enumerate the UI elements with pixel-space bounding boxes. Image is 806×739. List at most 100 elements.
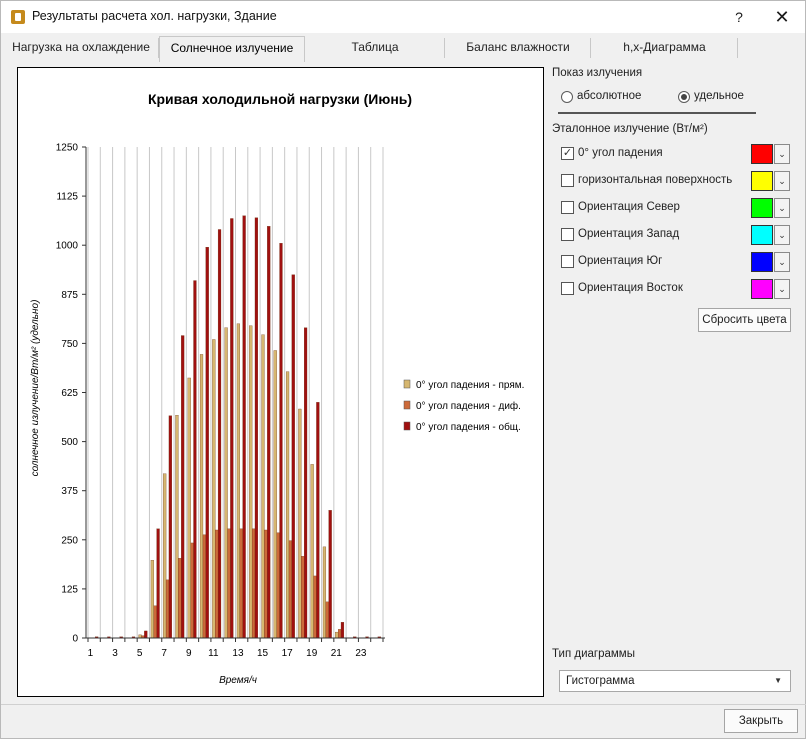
results-window: Результаты расчета хол. нагрузки, Здание… xyxy=(0,0,806,739)
bar xyxy=(261,334,265,639)
color-picker[interactable]: ⌄ xyxy=(751,225,791,245)
chevron-down-icon: ▼ xyxy=(774,676,782,685)
y-tick-label: 125 xyxy=(61,584,78,595)
close-button[interactable]: Закрыть xyxy=(724,709,798,733)
color-swatch[interactable] xyxy=(751,198,773,218)
x-tick-label: 21 xyxy=(331,648,343,659)
y-tick-label: 250 xyxy=(61,535,78,546)
reference-row: Ориентация Запад ⌄ xyxy=(561,225,791,245)
bar xyxy=(338,629,342,639)
color-picker[interactable]: ⌄ xyxy=(751,171,791,191)
tab-table[interactable]: Таблица xyxy=(305,36,445,62)
color-swatch[interactable] xyxy=(751,279,773,299)
x-tick-label: 13 xyxy=(232,648,244,659)
reference-checkbox[interactable] xyxy=(561,174,574,187)
chart-title: Кривая холодильной нагрузки (Июнь) xyxy=(148,91,412,107)
tab-solar-radiation[interactable]: Солнечное излучение xyxy=(159,36,305,62)
settings-panel: Показ излучения абсолютное удельное Этал… xyxy=(552,67,797,697)
y-tick-label: 1125 xyxy=(56,192,78,203)
bar xyxy=(156,528,160,639)
reference-checkbox[interactable] xyxy=(561,228,574,241)
bar xyxy=(288,540,293,639)
legend-swatch xyxy=(403,379,411,389)
chevron-down-icon[interactable]: ⌄ xyxy=(774,171,790,191)
bar xyxy=(227,528,231,639)
bar xyxy=(249,325,253,639)
x-tick-label: 17 xyxy=(282,648,294,659)
x-tick-label: 15 xyxy=(257,648,269,659)
reference-label: Ориентация Север xyxy=(578,201,680,213)
radio-specific-label: удельное xyxy=(694,90,744,102)
tab-hx-diagram[interactable]: h,x-Диаграмма xyxy=(591,36,738,62)
color-swatch[interactable] xyxy=(751,225,773,245)
y-tick-label: 500 xyxy=(61,437,78,448)
close-icon[interactable]: ✕ xyxy=(769,5,795,29)
chart-legend: 0° угол падения - прям. 0° угол падения -… xyxy=(403,379,524,433)
reference-label: горизонтальная поверхность xyxy=(578,174,733,186)
reference-checkbox[interactable] xyxy=(561,201,574,214)
tab-cooling-load[interactable]: Нагрузка на охлаждение xyxy=(3,36,159,62)
color-swatch[interactable] xyxy=(751,171,773,191)
cooling-load-chart: Кривая холодильной нагрузки (Июнь) 0 125 2… xyxy=(30,91,524,686)
chevron-down-icon[interactable]: ⌄ xyxy=(774,144,790,164)
diagram-type-value: Гистограмма xyxy=(566,675,635,687)
bar xyxy=(254,217,258,639)
bar xyxy=(150,560,154,639)
reference-label: 0° угол падения xyxy=(578,147,663,159)
color-picker[interactable]: ⌄ xyxy=(751,198,791,218)
bar xyxy=(217,229,222,639)
help-button[interactable]: ? xyxy=(727,5,751,29)
reference-row: Ориентация Север ⌄ xyxy=(561,198,791,218)
chevron-down-icon[interactable]: ⌄ xyxy=(774,252,790,272)
y-tick-labels: 0 125 250 375 500 625 750 875 1000 1125 1250 xyxy=(56,143,79,645)
bar xyxy=(205,247,209,639)
legend-label: 0° угол падения - прям. xyxy=(416,380,524,391)
x-tick-label: 5 xyxy=(137,648,143,659)
bar xyxy=(325,601,329,639)
tab-humidity-balance[interactable]: Баланс влажности xyxy=(445,36,591,62)
reference-row: Ориентация Юг ⌄ xyxy=(561,252,791,272)
bar xyxy=(242,215,246,639)
bar xyxy=(298,408,302,639)
bar xyxy=(328,510,332,639)
bar xyxy=(251,528,256,639)
reference-row: ✓ 0° угол падения ⌄ xyxy=(561,144,791,164)
color-picker[interactable]: ⌄ xyxy=(751,252,791,272)
legend-swatch xyxy=(403,400,411,410)
reference-checkbox[interactable] xyxy=(561,282,574,295)
bar xyxy=(163,473,167,639)
reference-radiation-label: Эталонное излучение (Вт/м²) xyxy=(552,123,708,135)
radio-specific[interactable] xyxy=(678,91,690,103)
reference-checkbox[interactable] xyxy=(561,255,574,268)
reset-colors-button[interactable]: Сбросить цвета xyxy=(698,308,791,332)
bar xyxy=(190,542,194,639)
color-swatch[interactable] xyxy=(751,252,773,272)
y-axis-label: солнечное излучение/Вт/м² (удельно) xyxy=(30,300,41,477)
bar xyxy=(322,546,327,639)
chevron-down-icon[interactable]: ⌄ xyxy=(774,225,790,245)
bar xyxy=(175,415,179,639)
y-tick-label: 625 xyxy=(61,388,78,399)
x-tick-label: 7 xyxy=(161,648,167,659)
color-picker[interactable]: ⌄ xyxy=(751,144,791,164)
radio-absolute-label: абсолютное xyxy=(577,90,642,102)
radio-absolute[interactable] xyxy=(561,91,573,103)
reference-label: Ориентация Запад xyxy=(578,228,680,240)
footer-divider xyxy=(1,704,806,705)
title-bar: Результаты расчета хол. нагрузки, Здание… xyxy=(1,1,805,33)
bar xyxy=(304,327,308,639)
bar xyxy=(276,532,280,639)
bar xyxy=(165,579,170,639)
diagram-type-select[interactable]: Гистограмма ▼ xyxy=(559,670,791,692)
color-swatch[interactable] xyxy=(751,144,773,164)
chevron-down-icon[interactable]: ⌄ xyxy=(774,279,790,299)
reference-label: Ориентация Восток xyxy=(578,282,683,294)
reference-checkbox[interactable]: ✓ xyxy=(561,147,574,160)
bar xyxy=(199,354,204,639)
bar xyxy=(313,575,317,639)
legend-swatch xyxy=(403,421,411,431)
color-picker[interactable]: ⌄ xyxy=(751,279,791,299)
chevron-down-icon[interactable]: ⌄ xyxy=(774,198,790,218)
x-tick-label: 3 xyxy=(112,648,118,659)
y-tick-label: 750 xyxy=(61,339,78,350)
